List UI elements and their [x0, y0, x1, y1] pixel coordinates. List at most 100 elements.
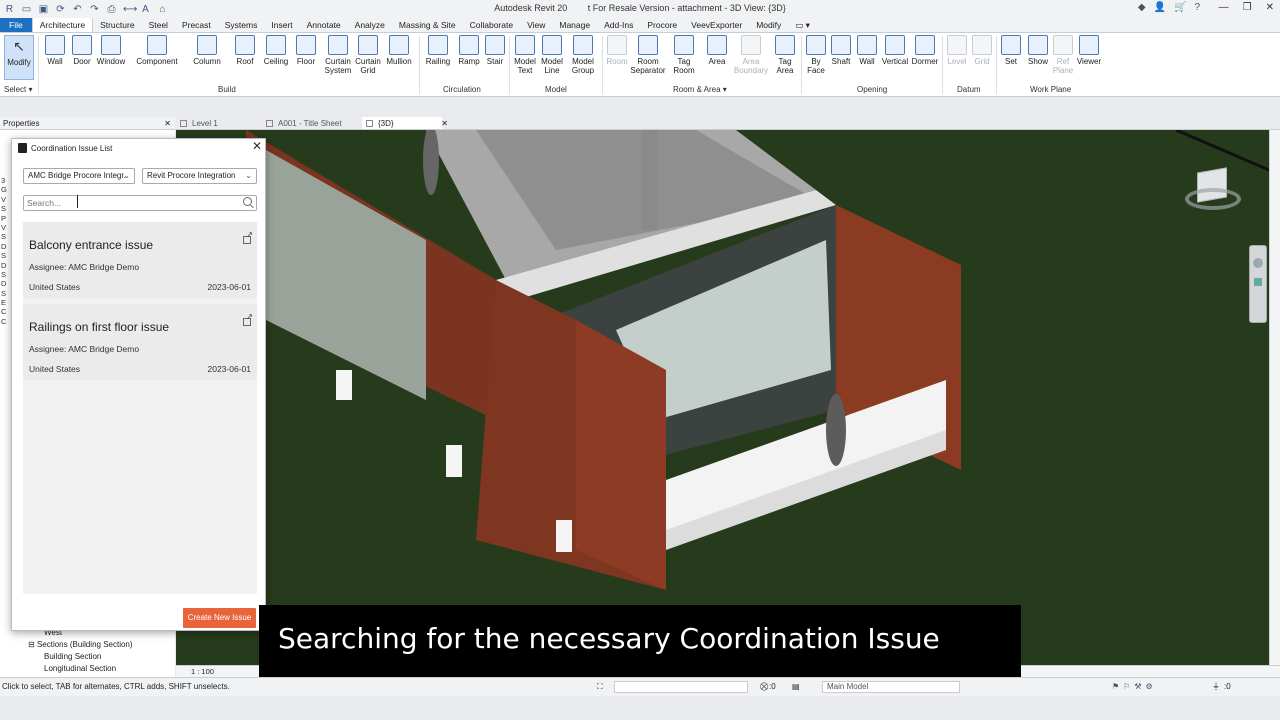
create-new-issue-button[interactable]: Create New Issue	[183, 608, 256, 628]
issue-card[interactable]: Railings on first floor issue Assignee: …	[23, 304, 257, 380]
window-button[interactable]: Window	[96, 35, 126, 66]
dormer-button[interactable]: Dormer	[911, 35, 939, 66]
measure-icon[interactable]: ⟷	[123, 4, 137, 15]
shaft-button[interactable]: Shaft	[830, 35, 852, 66]
external-link-icon[interactable]	[243, 230, 253, 244]
integration-dropdown[interactable]: Revit Procore Integration ⌄	[142, 168, 257, 184]
close-window-icon[interactable]: ✕	[1266, 2, 1274, 13]
viewport-scrollbar[interactable]	[1269, 130, 1280, 665]
column-button[interactable]: Column	[192, 35, 222, 66]
3d-view-icon[interactable]: ⌂	[157, 4, 168, 15]
viewer-button[interactable]: Viewer	[1076, 35, 1102, 66]
tab-massing-site[interactable]: Massing & Site	[392, 18, 463, 32]
roof-button[interactable]: Roof	[234, 35, 256, 66]
3d-viewport[interactable]	[176, 130, 1269, 665]
railing-button[interactable]: Railing	[424, 35, 452, 66]
steering-wheel-icon[interactable]	[1253, 258, 1263, 268]
redo-icon[interactable]: ↷	[89, 4, 100, 15]
close-tab-icon[interactable]: ✕	[441, 117, 448, 130]
viewcube[interactable]	[1185, 167, 1241, 210]
level-button[interactable]: Level	[946, 35, 968, 66]
workset-dropdown[interactable]	[614, 681, 748, 693]
help-search-icon[interactable]: ◆	[1138, 2, 1146, 13]
close-dialog-icon[interactable]: ✕	[252, 139, 262, 153]
area-button[interactable]: Area	[704, 35, 730, 66]
door-button[interactable]: Door	[71, 35, 93, 66]
tree-item[interactable]: ⊟ Sections (Building Section)	[16, 639, 133, 651]
sync-icon[interactable]: ⟳	[55, 4, 66, 15]
tab-collaborate[interactable]: Collaborate	[463, 18, 520, 32]
tab-precast[interactable]: Precast	[175, 18, 218, 32]
view-tab-3d[interactable]: {3D} ✕	[362, 117, 448, 129]
tab-modify[interactable]: Modify	[749, 18, 788, 32]
model-group-button[interactable]: Model Group	[568, 35, 598, 75]
opening-wall-button[interactable]: Wall	[856, 35, 878, 66]
model-line-button[interactable]: Model Line	[539, 35, 565, 75]
view-scale[interactable]: 1 : 100	[191, 667, 214, 676]
navigation-bar[interactable]	[1249, 245, 1267, 323]
search-icon[interactable]	[243, 197, 252, 206]
close-properties-icon[interactable]: ✕	[164, 117, 171, 130]
wall-button[interactable]: Wall	[44, 35, 66, 66]
model-text-button[interactable]: Model Text	[512, 35, 538, 75]
tab-annotate[interactable]: Annotate	[300, 18, 348, 32]
tab-systems[interactable]: Systems	[218, 18, 265, 32]
view-tab-level-1[interactable]: Level 1	[176, 117, 262, 129]
project-dropdown[interactable]: AMC Bridge Procore Integr. ⌄	[23, 168, 135, 184]
tag-room-button[interactable]: Tag Room	[670, 35, 698, 75]
tree-item[interactable]: Longitudinal Section	[16, 663, 133, 675]
area-boundary-button[interactable]: Area Boundary	[733, 35, 769, 75]
design-options-icon[interactable]: ▤	[792, 678, 800, 696]
tab-structure[interactable]: Structure	[93, 18, 142, 32]
vertical-button[interactable]: Vertical	[881, 35, 909, 66]
curtain-system-button[interactable]: Curtain System	[323, 35, 353, 75]
tab-manage[interactable]: Manage	[552, 18, 597, 32]
restore-icon[interactable]: ❐	[1243, 2, 1252, 13]
ceiling-button[interactable]: Ceiling	[262, 35, 290, 66]
tab-add-ins[interactable]: Add-Ins	[597, 18, 640, 32]
floor-button[interactable]: Floor	[295, 35, 317, 66]
tag-icon[interactable]: A	[140, 4, 151, 15]
ref-plane-button[interactable]: Ref Plane	[1052, 35, 1074, 75]
undo-icon[interactable]: ↶	[72, 4, 83, 15]
mullion-button[interactable]: Mullion	[384, 35, 414, 66]
help-icon[interactable]: ?	[1194, 2, 1200, 13]
tab-insert[interactable]: Insert	[264, 18, 299, 32]
revit-logo-icon[interactable]: R	[4, 4, 15, 15]
filter-icon[interactable]: ⏚	[1212, 678, 1220, 696]
set-button[interactable]: Set	[1000, 35, 1022, 66]
ramp-button[interactable]: Ramp	[457, 35, 481, 66]
external-link-icon[interactable]	[243, 312, 253, 326]
ribbon-options-icon[interactable]: ▭ ▾	[788, 18, 817, 32]
by-face-button[interactable]: By Face	[804, 35, 828, 75]
open-icon[interactable]: ▭	[21, 4, 32, 15]
tab-view[interactable]: View	[520, 18, 552, 32]
tab-analyze[interactable]: Analyze	[348, 18, 392, 32]
cart-icon[interactable]: 🛒	[1174, 2, 1186, 13]
print-icon[interactable]: ⎙	[106, 4, 117, 15]
tab-file[interactable]: File	[0, 18, 32, 32]
tab-procore[interactable]: Procore	[640, 18, 684, 32]
selection-filters-icon[interactable]: ⚑⚐⚒⚙	[1112, 678, 1157, 696]
tab-veevexporter[interactable]: VeevExporter	[684, 18, 749, 32]
component-button[interactable]: Component	[134, 35, 180, 66]
tree-item[interactable]: Building Section	[16, 651, 133, 663]
issue-card[interactable]: Balcony entrance issue Assignee: AMC Bri…	[23, 222, 257, 298]
panel-room-area-label[interactable]: Room & Area ▾	[673, 85, 727, 94]
minimize-icon[interactable]: —	[1219, 2, 1229, 13]
zoom-icon[interactable]	[1254, 278, 1262, 286]
user-icon[interactable]: 👤	[1154, 2, 1166, 13]
room-button[interactable]: Room	[604, 35, 630, 66]
save-icon[interactable]: ▣	[38, 4, 49, 15]
modify-button[interactable]: ↖ Modify	[4, 35, 34, 80]
show-button[interactable]: Show	[1026, 35, 1050, 66]
worksets-icon[interactable]: ⛶	[597, 678, 603, 696]
tag-area-button[interactable]: Tag Area	[772, 35, 798, 75]
design-option-dropdown[interactable]: Main Model	[822, 681, 960, 693]
stair-button[interactable]: Stair	[484, 35, 506, 66]
tab-architecture[interactable]: Architecture	[31, 18, 94, 32]
view-tab-title-sheet[interactable]: A001 - Title Sheet	[262, 117, 362, 129]
tab-steel[interactable]: Steel	[142, 18, 175, 32]
room-separator-button[interactable]: Room Separator	[630, 35, 666, 75]
grid-button[interactable]: Grid	[971, 35, 993, 66]
